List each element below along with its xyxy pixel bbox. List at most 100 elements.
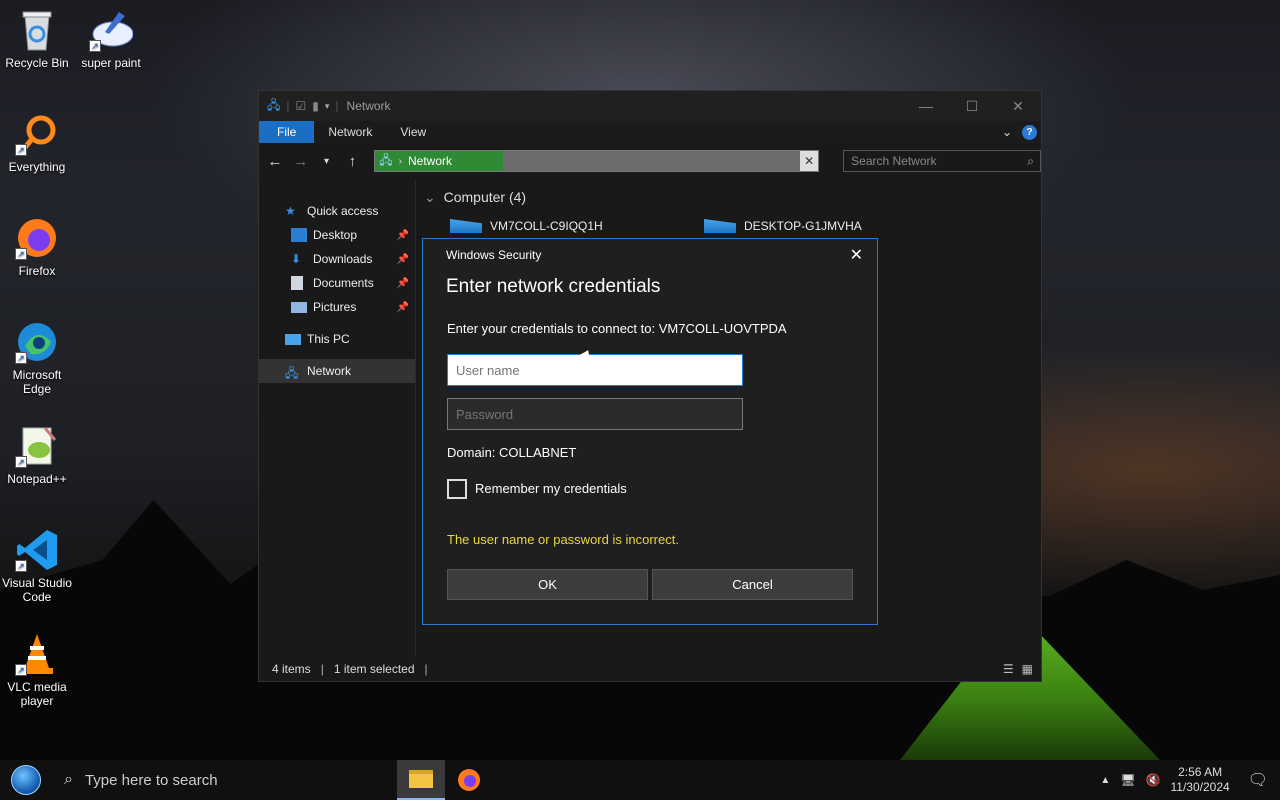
desktop-icon-label: Notepad++ [7,472,67,486]
customize-toolbar-icon[interactable]: ▾ [325,101,330,112]
desktop-icon-firefox[interactable]: ↗ Firefox [0,216,74,278]
chevron-up-icon[interactable]: ▲ [1100,775,1110,786]
close-button[interactable]: ✕ [995,91,1041,121]
edge-icon: ↗ [15,320,59,364]
desktop-icon-edge[interactable]: ↗ Microsoft Edge [0,320,74,396]
back-arrow-icon[interactable]: ← [267,153,283,170]
nav-network[interactable]: 🖧 Network [259,359,415,383]
password-field[interactable] [447,398,743,430]
maximize-button[interactable]: ☐ [949,91,995,121]
nav-quick-access[interactable]: ★ Quick access [259,199,415,223]
start-button[interactable] [0,760,52,800]
tab-file[interactable]: File [259,121,315,143]
desktop-icon-label: super paint [81,56,141,70]
nav-label: Documents [313,276,374,290]
volume-muted-icon[interactable]: 🔇 [1146,773,1161,787]
shortcut-arrow-icon: ↗ [89,40,101,52]
firefox-icon: ↗ [15,216,59,260]
search-placeholder: Search Network [851,154,937,168]
pin-icon: 📌 [396,253,409,265]
help-icon[interactable]: ? [1022,124,1037,140]
desktop-icon-label: Recycle Bin [5,56,69,70]
properties-icon[interactable]: ☑ [296,99,307,113]
address-crumb[interactable]: 🖧 › Network [375,151,504,171]
chevron-right-icon: › [398,155,402,167]
username-field[interactable] [447,354,743,386]
separator: | [320,662,324,676]
download-arrow-icon: ⬇ [291,252,302,266]
remember-credentials-label[interactable]: Remember my credentials [475,481,627,496]
recycle-bin-icon [15,8,59,52]
dialog-close-icon[interactable]: ✕ [850,245,863,265]
up-arrow-icon[interactable]: ↑ [344,153,360,170]
new-folder-icon[interactable]: ▮ [312,99,319,113]
firefox-icon [458,769,480,791]
system-tray: ▲ 🖥 🔇 2:56 AM 11/30/2024 🗨 [1100,765,1280,795]
cancel-button[interactable]: Cancel [652,569,853,600]
network-icon: 🖧 [379,152,393,167]
quick-access-toolbar: 🖧 | ☑ ▮ ▾ | [267,96,339,117]
everything-search-icon: ↗ [15,112,59,156]
forward-arrow-icon[interactable]: → [293,153,309,170]
desktop-icon-vlc[interactable]: ↗ VLC media player [0,632,74,708]
document-icon [291,276,303,290]
desktop-icon-label: Microsoft Edge [12,368,62,396]
separator: | [286,99,290,113]
nav-label: Network [307,364,352,378]
computer-item[interactable]: VM7COLL-C9IQQ1H [450,219,603,233]
chevron-down-icon: ⌄ [424,189,436,205]
network-status-icon[interactable]: 🖥 [1120,773,1135,787]
nav-documents[interactable]: Documents 📌 [259,271,415,295]
computer-icon [285,333,301,345]
network-icon: 🖧 [285,366,299,380]
taskbar-firefox[interactable] [445,760,493,800]
shortcut-arrow-icon: ↗ [15,560,27,572]
large-icons-view-icon[interactable]: ▦ [1022,662,1033,676]
clock[interactable]: 2:56 AM 11/30/2024 [1171,765,1230,795]
remember-credentials-checkbox[interactable] [447,479,467,499]
nav-this-pc[interactable]: This PC [259,327,415,351]
clock-date: 11/30/2024 [1170,780,1230,794]
desktop-icon-everything[interactable]: ↗ Everything [0,112,74,174]
desktop-icon-super-paint[interactable]: ↗ super paint [74,8,148,70]
desktop-icon-notepadpp[interactable]: ↗ Notepad++ [0,424,74,486]
desktop-icon-vscode[interactable]: ↗ Visual Studio Code [0,528,74,604]
nav-pictures[interactable]: Pictures 📌 [259,295,415,319]
taskbar-search[interactable]: ⌕ Type here to search [52,760,397,800]
address-row: ← → ▾ ↑ 🖧 › Network ✕ Search Network ⌕ [259,143,1041,179]
paint-icon: ↗ [89,8,134,52]
nav-desktop[interactable]: Desktop 📌 [259,223,415,247]
tab-view[interactable]: View [386,121,440,143]
taskbar-search-placeholder: Type here to search [84,771,218,789]
clock-time: 2:56 AM [1178,765,1223,779]
search-box[interactable]: Search Network ⌕ [843,150,1041,172]
explorer-titlebar[interactable]: 🖧 | ☑ ▮ ▾ | Network — ☐ ✕ [259,91,1041,121]
computer-item[interactable]: DESKTOP-G1JMVHA [704,219,862,233]
notifications-icon[interactable]: 🗨 [1248,770,1268,790]
star-icon: ★ [285,204,296,218]
separator: | [424,662,428,676]
dialog-heading: Enter network credentials [446,276,661,297]
pin-icon: 📌 [396,229,409,241]
group-header[interactable]: ⌄ Computer (4) [424,189,526,206]
expand-ribbon-icon[interactable]: ⌄ [1002,125,1012,139]
minimize-button[interactable]: — [903,91,949,121]
details-view-icon[interactable]: ☰ [1003,662,1014,676]
separator: | [335,99,339,113]
ok-button[interactable]: OK [447,569,648,600]
status-bar: 4 items | 1 item selected | ☰ ▦ [259,657,1041,681]
nav-label: Quick access [307,204,379,218]
recent-locations-icon[interactable]: ▾ [319,156,335,167]
desktop-icon-recycle-bin[interactable]: Recycle Bin [0,8,74,70]
nav-downloads[interactable]: ⬇ Downloads 📌 [259,247,415,271]
taskbar-file-explorer[interactable] [397,760,445,800]
nav-label: This PC [307,332,350,346]
tab-network[interactable]: Network [314,121,386,143]
domain-label: Domain: COLLABNET [447,445,577,460]
taskbar: ⌕ Type here to search ▲ 🖥 🔇 2:56 AM 11/3… [0,760,1280,800]
search-icon: ⌕ [1027,153,1034,168]
address-bar[interactable]: 🖧 › Network ✕ [374,150,820,172]
address-crumb-label: Network [407,154,452,168]
clear-address-icon[interactable]: ✕ [800,151,819,171]
pin-icon: 📌 [396,277,409,289]
